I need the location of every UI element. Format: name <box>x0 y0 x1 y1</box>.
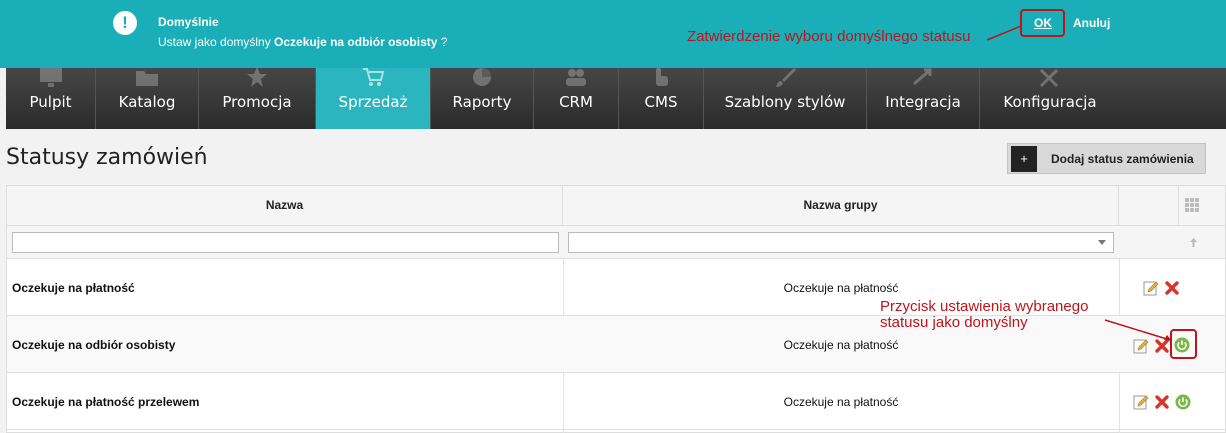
nav-label: Katalog <box>118 93 176 111</box>
star-icon <box>247 67 267 87</box>
nav-raporty[interactable]: Raporty <box>431 60 534 129</box>
add-status-button[interactable]: + Dodaj status zamówienia <box>1007 143 1206 174</box>
delete-icon[interactable] <box>1154 394 1170 410</box>
plus-icon: + <box>1011 145 1037 172</box>
delete-icon[interactable] <box>1164 280 1180 296</box>
exclamation-icon: ! <box>113 11 137 35</box>
nav-promocja[interactable]: Promocja <box>199 60 316 129</box>
nav-sprzedaz[interactable]: Sprzedaż <box>316 60 431 129</box>
default-annotation-line1: Przycisk ustawienia wybranego <box>880 298 1089 315</box>
status-name: Oczekuje na płatność przelewem <box>12 395 200 409</box>
edit-icon[interactable] <box>1143 280 1159 296</box>
confirm-message-status: Oczekuje na odbiór osobisty <box>274 35 438 49</box>
nav-pulpit[interactable]: Pulpit <box>6 60 96 129</box>
tools-icon <box>1039 68 1059 88</box>
nav-szablony[interactable]: Szablony stylów <box>704 60 867 129</box>
status-name: Oczekuje na płatność <box>12 281 135 295</box>
add-status-label: Dodaj status zamówienia <box>1051 151 1194 166</box>
filter-row <box>7 226 1225 259</box>
cancel-button[interactable]: Anuluj <box>1073 16 1110 30</box>
status-group: Oczekuje na płatność <box>783 281 899 295</box>
table-row[interactable]: Oczekuje na płatność przelewem Oczekuje … <box>7 373 1225 430</box>
cart-icon <box>363 68 385 86</box>
default-annotation-line2: statusu jako domyślny <box>880 314 1028 331</box>
nav-cms[interactable]: CMS <box>619 60 704 129</box>
status-group: Oczekuje na płatność <box>783 338 899 352</box>
confirm-title: Domyślnie <box>158 15 219 29</box>
brush-icon <box>776 68 796 87</box>
nav-label: Konfiguracja <box>1003 93 1097 111</box>
nav-label: Promocja <box>222 93 292 111</box>
grid-settings-icon[interactable] <box>1185 198 1200 213</box>
table-header: Nazwa Nazwa grupy <box>7 186 1225 226</box>
arrows-icon <box>913 68 932 86</box>
default-annotation-arrow <box>1104 319 1172 341</box>
monitor-icon <box>39 67 62 87</box>
group-filter-select[interactable] <box>568 232 1114 253</box>
hand-icon <box>656 68 668 86</box>
page-title: Statusy zamówień <box>6 145 208 170</box>
nav-label: CRM <box>559 93 593 111</box>
ok-annotation: Zatwierdzenie wyboru domyślnego statusu <box>687 28 971 45</box>
nav-katalog[interactable]: Katalog <box>96 60 199 129</box>
col-header-nazwa[interactable]: Nazwa <box>7 186 563 226</box>
nav-integracja[interactable]: Integracja <box>867 60 980 129</box>
status-name: Oczekuje na odbiór osobisty <box>12 338 176 352</box>
users-icon <box>566 69 586 86</box>
nav-label: Raporty <box>452 93 512 111</box>
nav-label: Pulpit <box>29 93 72 111</box>
nav-label: Sprzedaż <box>338 93 408 111</box>
nav-label: CMS <box>644 93 678 111</box>
nav-crm[interactable]: CRM <box>534 60 619 129</box>
confirm-message: Ustaw jako domyślny Oczekuje na odbiór o… <box>158 35 447 49</box>
main-nav: Pulpit Katalog Promocja Sprzedaż Raporty… <box>6 60 1226 129</box>
default-annotation-box <box>1170 329 1197 359</box>
chevron-down-icon <box>1098 240 1106 245</box>
nav-konfiguracja[interactable]: Konfiguracja <box>980 60 1120 129</box>
ok-annotation-arrow <box>986 25 1022 41</box>
status-group: Oczekuje na płatność <box>783 395 899 409</box>
edit-icon[interactable] <box>1133 394 1149 410</box>
name-filter-input[interactable] <box>12 232 559 253</box>
col-header-actions <box>1119 186 1179 226</box>
default-annotation: Przycisk ustawienia wybranego statusu ja… <box>880 299 1088 331</box>
pie-chart-icon <box>473 68 491 86</box>
nav-label: Szablony stylów <box>724 93 846 111</box>
set-default-power-icon[interactable] <box>1175 394 1191 410</box>
ok-annotation-box <box>1020 9 1065 37</box>
confirm-message-prefix: Ustaw jako domyślny <box>158 35 275 49</box>
col-header-nazwa-grupy[interactable]: Nazwa grupy <box>563 186 1119 226</box>
sort-up-icon[interactable] <box>1189 237 1198 248</box>
confirm-message-suffix: ? <box>437 35 448 49</box>
folder-icon <box>136 71 158 86</box>
nav-label: Integracja <box>885 93 961 111</box>
